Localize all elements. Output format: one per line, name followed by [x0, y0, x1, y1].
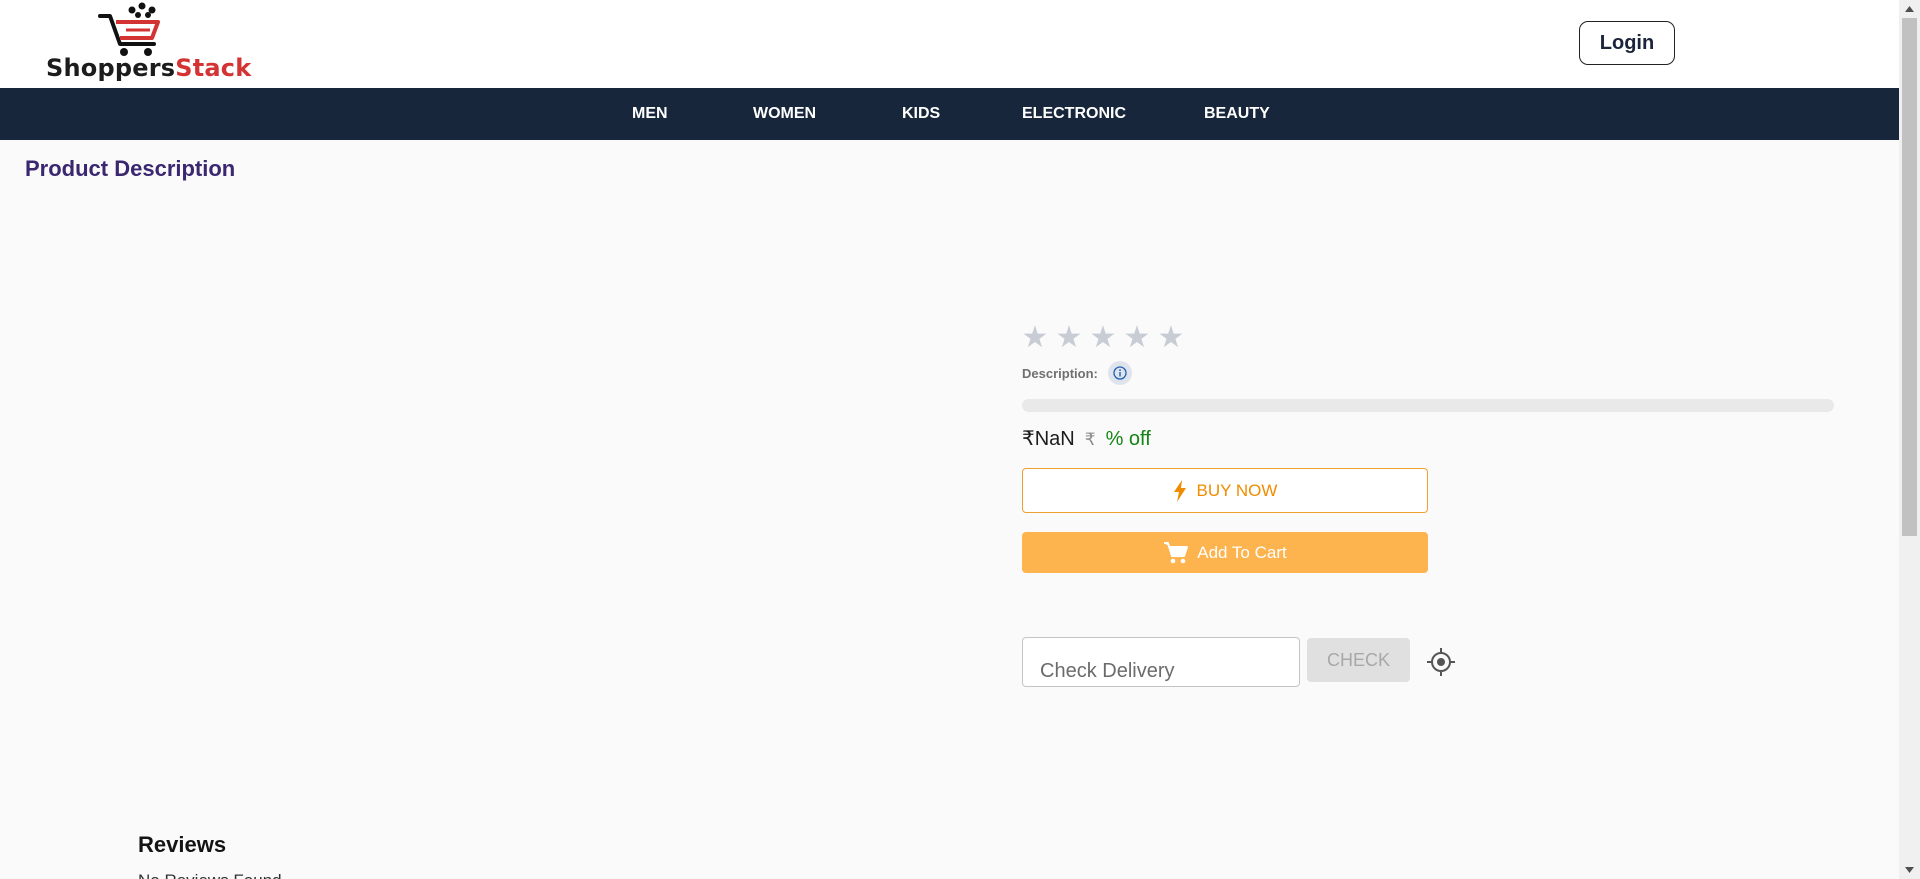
star-icon[interactable]: ★: [1122, 320, 1152, 356]
page-title: Product Description: [25, 156, 236, 181]
star-icon[interactable]: ★: [1054, 320, 1084, 356]
discount-label: % off: [1105, 428, 1151, 450]
rating-stars: ★ ★ ★ ★ ★: [1020, 320, 1186, 356]
description-label: Description:: [1022, 365, 1098, 381]
shoppersstack-logo[interactable]: ShoppersStack: [44, 2, 251, 84]
star-icon[interactable]: ★: [1088, 320, 1118, 356]
nav-item-kids[interactable]: KIDS: [902, 88, 940, 140]
check-button[interactable]: CHECK: [1307, 638, 1410, 682]
star-icon[interactable]: ★: [1020, 320, 1050, 356]
reviews-heading: Reviews: [138, 832, 227, 857]
nav-item-women[interactable]: WOMEN: [753, 88, 816, 140]
category-navbar: MEN WOMEN KIDS ELECTRONIC BEAUTY: [0, 88, 1899, 140]
current-price: ₹NaN: [1022, 428, 1075, 450]
star-icon[interactable]: ★: [1156, 320, 1186, 356]
buy-now-label: BUY NOW: [1196, 480, 1278, 500]
login-button[interactable]: Login: [1579, 21, 1675, 65]
original-price: ₹: [1084, 430, 1096, 449]
shopping-cart-icon: [1164, 541, 1189, 563]
site-header: ShoppersStack Login: [0, 0, 1899, 88]
logo-text-accent: Stack: [175, 54, 252, 82]
nav-item-men[interactable]: MEN: [632, 88, 668, 140]
description-placeholder-bar: [1022, 399, 1834, 412]
gps-crosshair-icon[interactable]: [1426, 647, 1456, 677]
info-circle-icon: [1113, 366, 1127, 380]
check-delivery-input[interactable]: [1022, 637, 1300, 687]
logo-wordmark: ShoppersStack: [46, 54, 251, 82]
add-to-cart-label: Add To Cart: [1197, 542, 1287, 562]
price-row: ₹NaN ₹ % off: [1022, 426, 1151, 451]
description-row: Description:: [1022, 361, 1132, 385]
nav-item-beauty[interactable]: BEAUTY: [1204, 88, 1270, 140]
buy-now-button[interactable]: BUY NOW: [1022, 468, 1428, 513]
no-reviews-text: No Reviews Found: [138, 871, 282, 879]
nav-item-electronic[interactable]: ELECTRONIC: [1022, 88, 1126, 140]
logo-text-primary: Shoppers: [46, 54, 176, 82]
info-icon[interactable]: [1107, 361, 1132, 385]
add-to-cart-button[interactable]: Add To Cart: [1022, 532, 1428, 573]
lightning-bolt-icon: [1173, 479, 1186, 502]
scroll-up-arrow-icon[interactable]: [1899, 0, 1920, 18]
shopping-cart-icon: [98, 2, 160, 56]
scrollbar-thumb[interactable]: [1902, 18, 1917, 536]
vertical-scrollbar[interactable]: [1899, 0, 1920, 879]
scroll-down-arrow-icon[interactable]: [1899, 861, 1920, 879]
